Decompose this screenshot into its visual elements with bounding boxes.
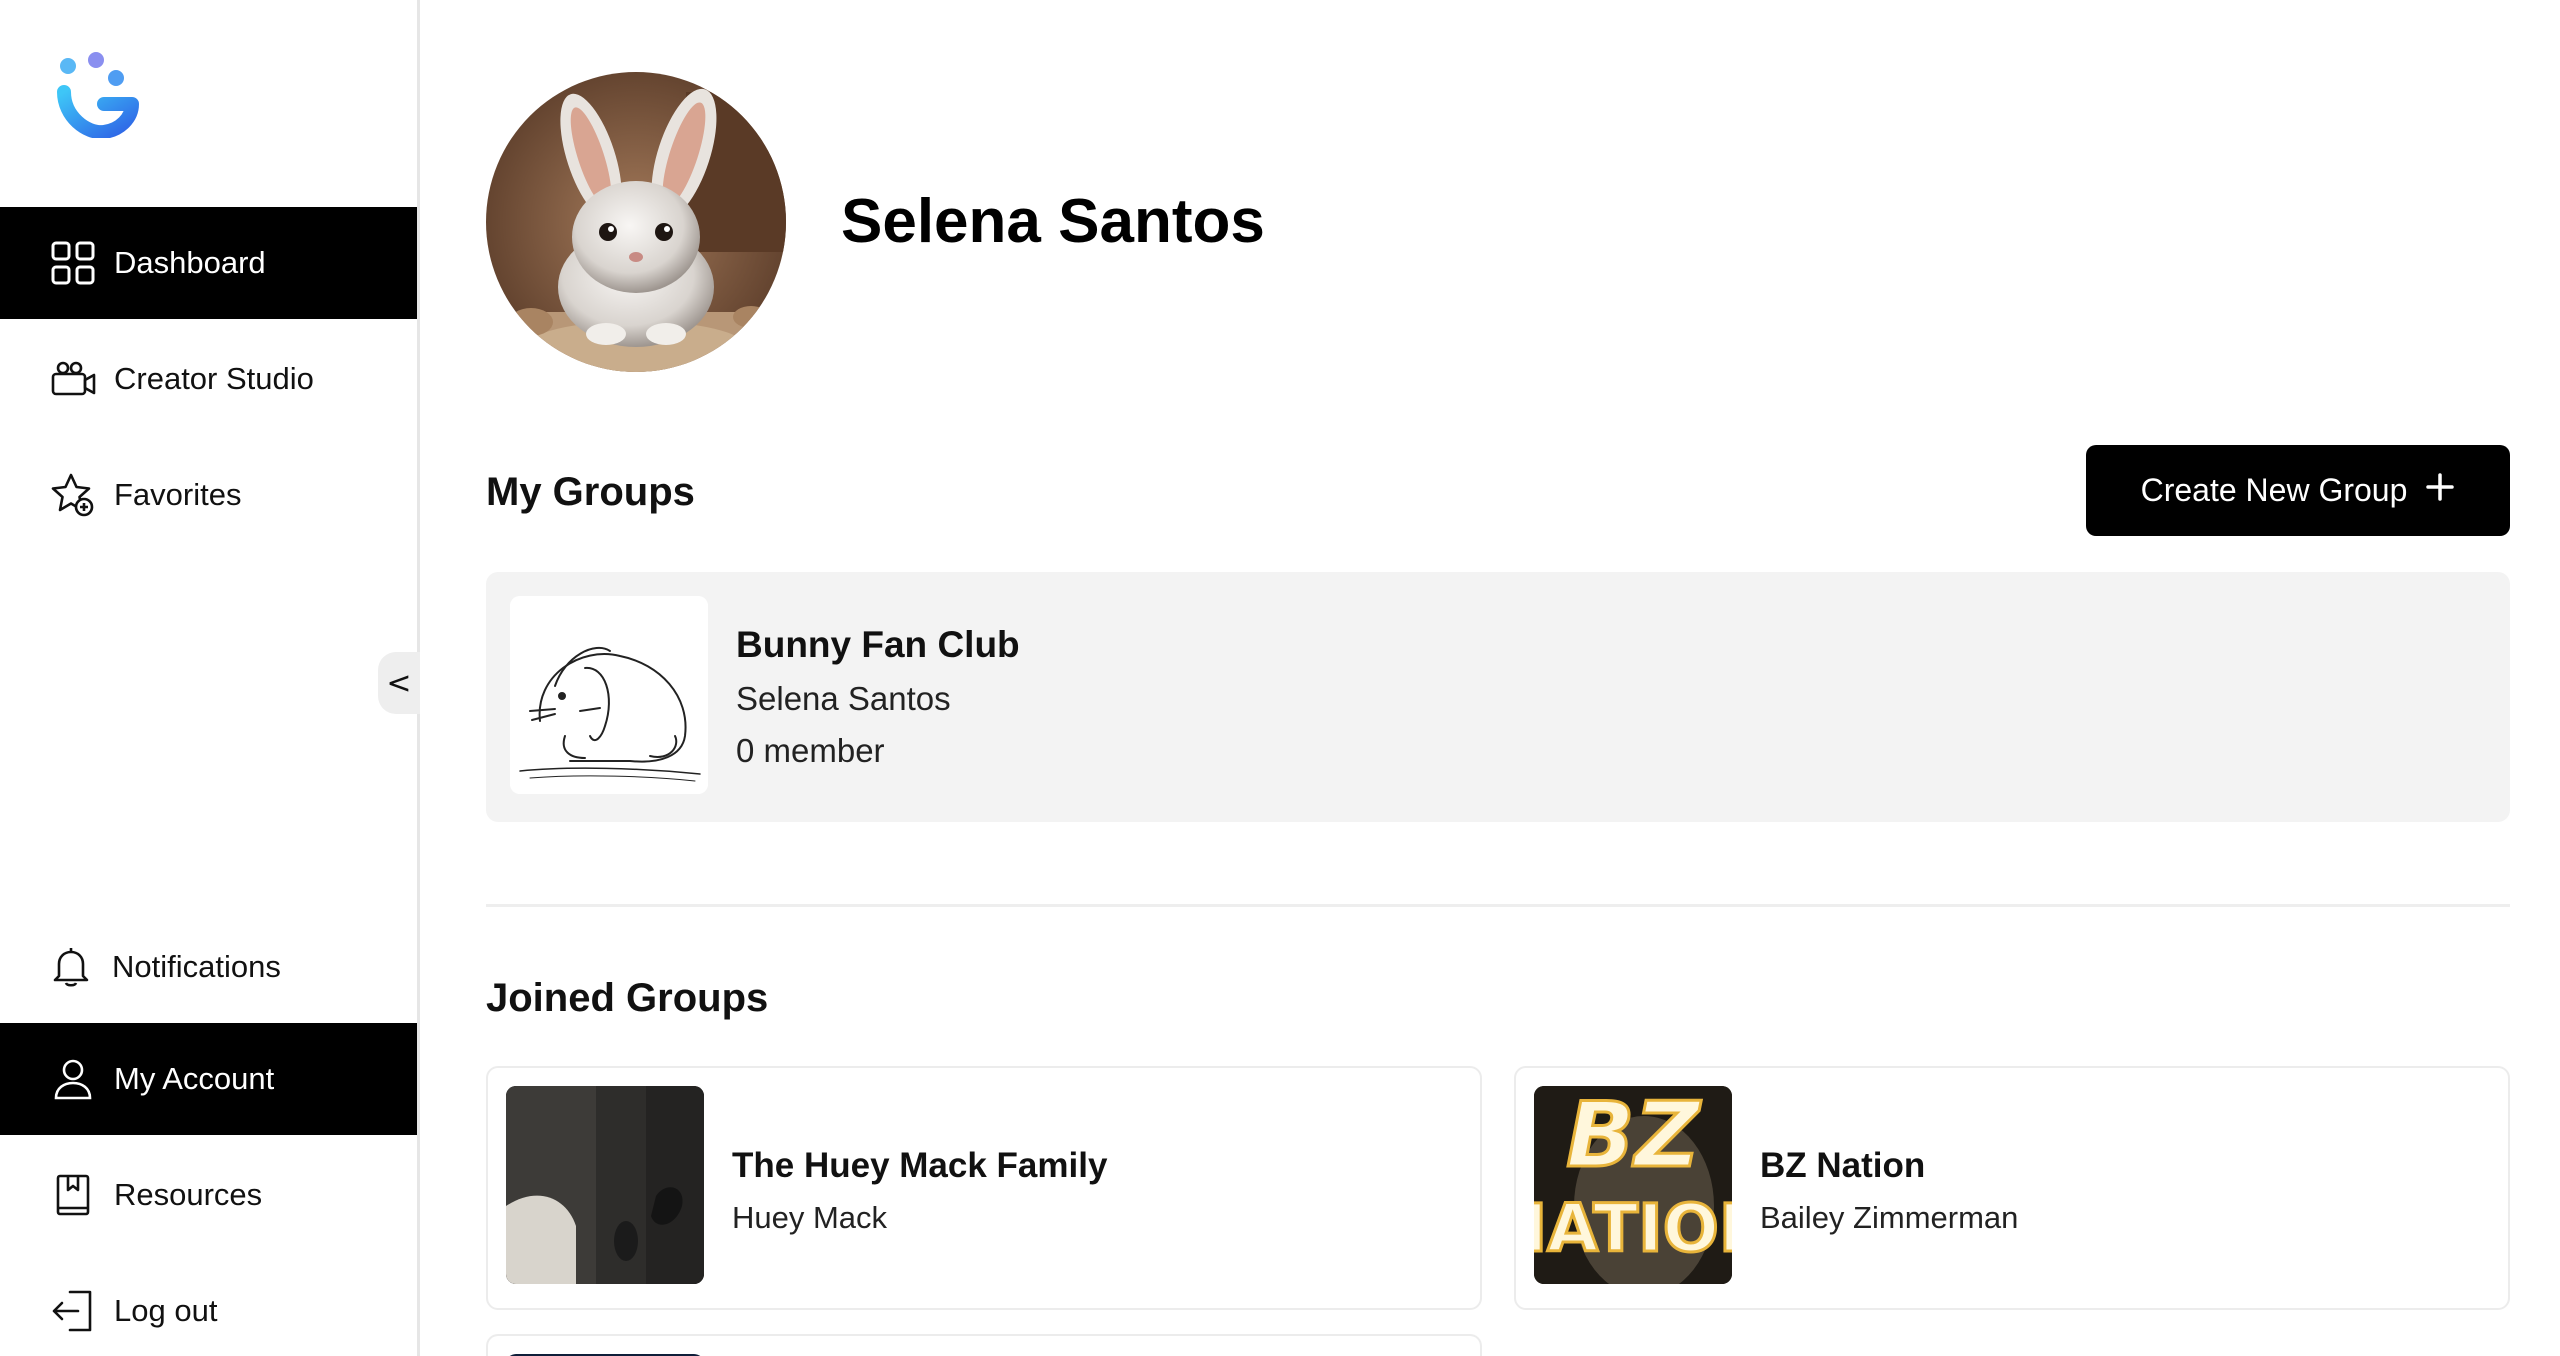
- group-thumbnail: [510, 596, 708, 794]
- sidebar-item-label: My Account: [114, 1061, 275, 1096]
- group-member-count: 0 member: [736, 732, 885, 769]
- book-icon: [50, 1172, 96, 1218]
- avatar[interactable]: [486, 72, 786, 372]
- sidebar-item-resources[interactable]: Resources: [0, 1139, 417, 1251]
- bell-icon: [48, 944, 94, 990]
- sidebar-item-dashboard[interactable]: Dashboard: [0, 207, 417, 319]
- svg-text:BZ: BZ: [1566, 1086, 1702, 1188]
- logout-icon: [50, 1288, 96, 1334]
- joined-group-card[interactable]: [486, 1334, 1482, 1356]
- section-divider: [486, 904, 2510, 907]
- sidebar-item-notifications[interactable]: Notifications: [0, 911, 417, 1023]
- sidebar-item-label: Notifications: [112, 949, 281, 984]
- sidebar-item-favorites[interactable]: Favorites: [0, 439, 417, 551]
- group-owner: Bailey Zimmerman: [1760, 1200, 2019, 1235]
- group-name: Bunny Fan Club: [736, 624, 1020, 665]
- sidebar-item-label: Favorites: [114, 477, 242, 512]
- my-group-card[interactable]: Bunny Fan Club Selena Santos 0 member: [486, 572, 2510, 822]
- video-camera-icon: [50, 356, 96, 402]
- sidebar-item-label: Dashboard: [114, 245, 266, 280]
- joined-group-card[interactable]: The Huey Mack Family Huey Mack: [486, 1066, 1482, 1310]
- group-thumbnail: [506, 1086, 704, 1284]
- svg-text:NATION: NATION: [1534, 1190, 1732, 1267]
- group-thumbnail: BZ NATION: [1534, 1086, 1732, 1284]
- main-content: Selena Santos My Groups Create New Group: [423, 0, 2560, 1356]
- brand-logo-icon[interactable]: [54, 52, 140, 140]
- collapse-sidebar-button[interactable]: <: [378, 652, 420, 714]
- grid-icon: [50, 240, 96, 286]
- sidebar: Dashboard Creator Studio Favorites < Not…: [0, 0, 420, 1356]
- sidebar-item-my-account[interactable]: My Account: [0, 1023, 417, 1135]
- create-new-group-button[interactable]: Create New Group: [2086, 445, 2510, 536]
- user-icon: [50, 1056, 96, 1102]
- app-root: Dashboard Creator Studio Favorites < Not…: [0, 0, 2560, 1356]
- create-new-group-label: Create New Group: [2140, 472, 2408, 508]
- profile-name: Selena Santos: [841, 187, 1265, 256]
- plus-icon: [2425, 472, 2455, 510]
- sidebar-item-label: Creator Studio: [114, 361, 314, 396]
- group-owner: Selena Santos: [736, 680, 951, 717]
- my-groups-title: My Groups: [486, 470, 695, 514]
- sidebar-item-label: Log out: [114, 1293, 218, 1328]
- sidebar-item-creator-studio[interactable]: Creator Studio: [0, 323, 417, 435]
- star-icon: [50, 472, 96, 518]
- sidebar-item-logout[interactable]: Log out: [0, 1255, 417, 1356]
- group-name: The Huey Mack Family: [732, 1146, 1108, 1185]
- group-name: BZ Nation: [1760, 1146, 1926, 1185]
- group-owner: Huey Mack: [732, 1200, 888, 1235]
- joined-group-card[interactable]: BZ NATION BZ Nation Bailey Zimmerman: [1514, 1066, 2510, 1310]
- sidebar-item-label: Resources: [114, 1177, 263, 1212]
- joined-groups-title: Joined Groups: [486, 976, 769, 1020]
